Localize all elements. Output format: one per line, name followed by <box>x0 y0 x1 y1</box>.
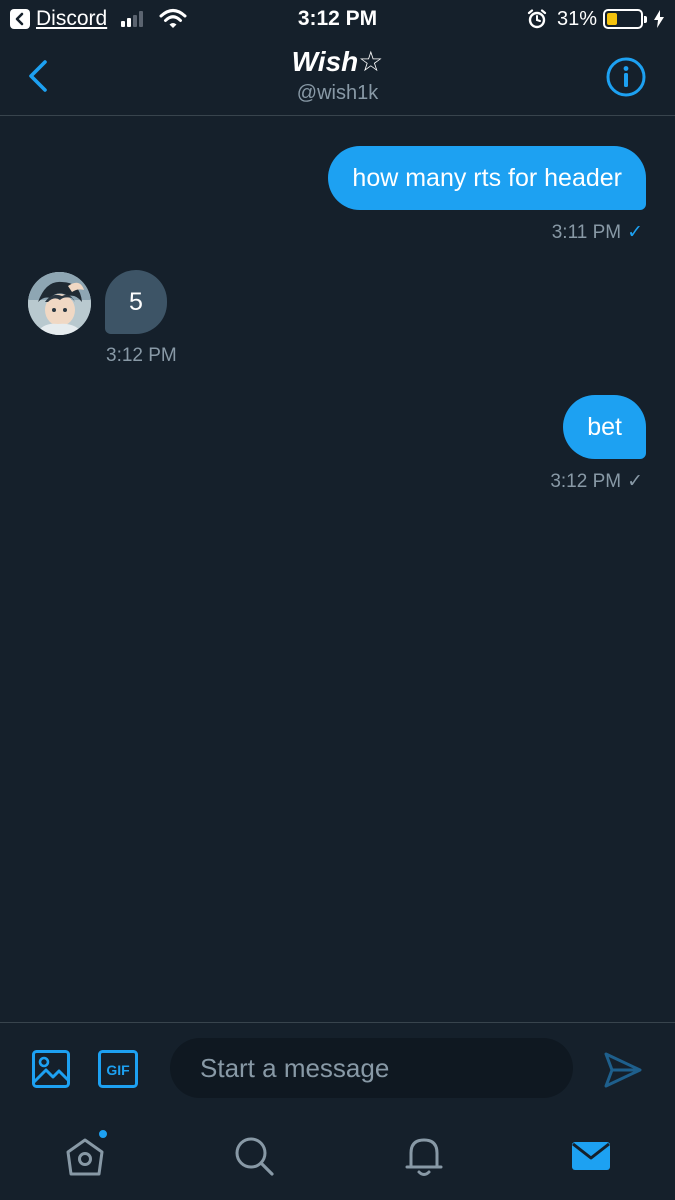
conversation-header: Wish☆ @wish1k <box>0 38 675 116</box>
status-bar-right: 31% <box>527 6 665 32</box>
conversation-title-block[interactable]: Wish☆ @wish1k <box>0 44 675 106</box>
conversation-title: Wish☆ <box>291 46 384 77</box>
sent-check-icon: ✓ <box>627 471 643 492</box>
battery-level <box>607 13 617 25</box>
notifications-icon <box>405 1138 443 1176</box>
outgoing-message[interactable]: how many rts for header <box>328 146 646 210</box>
timestamp-text: 3:11 PM <box>551 222 622 243</box>
conversation-handle: @wish1k <box>296 82 379 104</box>
message-timestamp: 3:12 PM <box>106 345 177 366</box>
add-photo-button[interactable] <box>31 1049 71 1089</box>
battery-percent: 31% <box>556 7 597 30</box>
send-button[interactable] <box>602 1049 644 1091</box>
outgoing-message[interactable]: bet <box>563 395 646 459</box>
tab-messages[interactable] <box>569 1134 613 1178</box>
bottom-tab-bar <box>0 1114 675 1200</box>
send-icon <box>604 1052 642 1088</box>
avatar-image <box>28 272 91 335</box>
info-icon <box>606 57 646 97</box>
alarm-icon <box>527 9 547 29</box>
gif-label: GIF <box>106 1062 130 1078</box>
sent-check-icon: ✓ <box>627 222 643 243</box>
gif-icon: GIF <box>98 1050 138 1088</box>
message-timestamp: 3:12 PM ✓ <box>550 470 643 493</box>
tab-search[interactable] <box>232 1134 276 1178</box>
tab-notifications[interactable] <box>402 1134 446 1178</box>
message-timestamp: 3:11 PM ✓ <box>552 221 643 244</box>
search-icon <box>235 1137 274 1176</box>
timestamp-text: 3:12 PM <box>550 471 622 492</box>
message-input[interactable] <box>170 1038 573 1098</box>
conversation-info-button[interactable] <box>605 56 647 98</box>
message-composer: GIF <box>0 1022 675 1114</box>
image-icon <box>32 1050 70 1088</box>
home-icon <box>66 1138 104 1176</box>
add-gif-button[interactable]: GIF <box>97 1049 138 1089</box>
dm-conversation-screen: Discord 3:12 PM 31% Wish☆ @wish1k how ma… <box>0 0 675 1200</box>
battery-icon <box>603 9 647 29</box>
notification-dot <box>97 1128 109 1140</box>
tab-home[interactable] <box>63 1128 109 1178</box>
incoming-message[interactable]: 5 <box>105 270 167 334</box>
messages-icon <box>572 1142 610 1170</box>
avatar[interactable] <box>28 272 91 335</box>
charging-icon <box>653 10 665 28</box>
message-list[interactable]: how many rts for header 3:11 PM ✓ 5 3:12 … <box>0 117 675 1022</box>
status-bar: Discord 3:12 PM 31% <box>0 0 675 38</box>
